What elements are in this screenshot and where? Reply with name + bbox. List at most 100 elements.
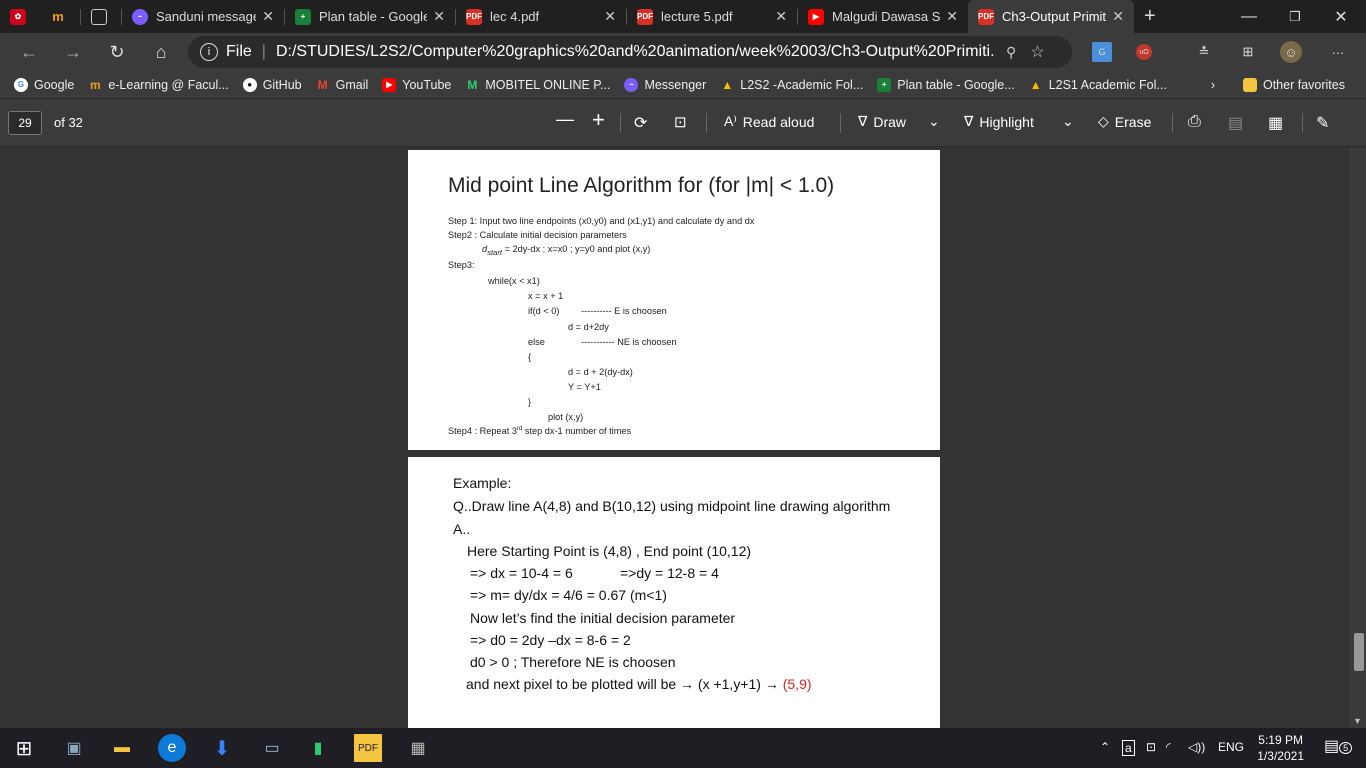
close-icon[interactable]: ✕ — [775, 8, 787, 25]
close-icon[interactable]: ✕ — [1112, 8, 1124, 25]
zoom-in-icon[interactable]: + — [592, 107, 605, 133]
tab-messenger[interactable]: ~ Sanduni messaged ✕ — [122, 0, 284, 33]
start-icon[interactable]: ⊞ — [10, 734, 38, 762]
code-brace-open: { — [528, 352, 532, 362]
close-icon[interactable]: ✕ — [433, 8, 445, 25]
tab-lec4[interactable]: PDF lec 4.pdf ✕ — [456, 0, 626, 33]
zoom-out-icon[interactable]: — — [556, 109, 574, 130]
profile-avatar[interactable]: ☺ — [1280, 41, 1302, 63]
volume-icon[interactable]: ◁)) — [1188, 740, 1205, 754]
wifi-icon[interactable]: ◜ — [1166, 740, 1171, 754]
other-favorites[interactable]: Other favorites — [1242, 77, 1345, 92]
new-tab-button[interactable]: + — [1134, 0, 1166, 33]
pdf-app-icon[interactable]: PDF — [354, 734, 382, 762]
rotate-icon[interactable]: ⟳ — [634, 113, 647, 133]
tab-ch3-active[interactable]: PDF Ch3-Output Primiti ✕ — [968, 0, 1134, 33]
tab-malgudi[interactable]: ▶ Malgudi Dawasa Si ✕ — [798, 0, 968, 33]
example-dx: => dx = 10-4 = 6 — [470, 565, 573, 581]
page-number-input[interactable]: 29 — [8, 111, 42, 135]
scrollbar-thumb[interactable] — [1354, 633, 1364, 671]
code-x-inc: x = x + 1 — [528, 291, 564, 301]
translate-icon[interactable]: G — [1092, 42, 1112, 62]
mlearn-icon: m — [52, 9, 64, 24]
info-icon[interactable]: i — [200, 43, 218, 61]
fit-page-icon[interactable]: ⊡ — [674, 113, 687, 131]
file-explorer-icon[interactable]: ▬ — [108, 734, 136, 762]
refresh-icon[interactable]: ↻ — [102, 37, 132, 67]
favorites-list-icon[interactable]: ≛ — [1194, 42, 1214, 62]
forward-icon[interactable]: → — [58, 37, 88, 67]
example-d0: => d0 = 2dy –dx = 8-6 = 2 — [470, 632, 631, 648]
step-2: Step2 : Calculate initial decision param… — [448, 230, 627, 240]
code-d-update-ne: d = d + 2(dy-dx) — [568, 367, 633, 377]
tab-newtab[interactable] — [81, 0, 121, 33]
pin-toolbar-icon[interactable]: ✎ — [1316, 113, 1329, 133]
address-bar[interactable]: i File | D:/STUDIES/L2S2/Computer%20grap… — [188, 36, 1072, 68]
close-icon[interactable]: ✕ — [262, 8, 274, 25]
zoom-icon[interactable]: ⚲ — [1006, 44, 1016, 61]
downloads-icon[interactable]: ⬇ — [208, 734, 236, 762]
minimize-icon[interactable]: — — [1226, 0, 1272, 33]
highlight-button[interactable]: ∇ Highlight — [964, 113, 1034, 130]
close-icon[interactable]: ✕ — [604, 8, 616, 25]
collections-icon[interactable]: ⊞ — [1238, 42, 1258, 62]
draw-button[interactable]: ∇ Draw — [858, 113, 906, 130]
network-icon[interactable]: ⊡ — [1146, 740, 1156, 754]
tab-huawei[interactable]: ✿ — [0, 0, 40, 33]
app-icon[interactable]: ▮ — [304, 734, 332, 762]
more-icon[interactable]: ··· — [1328, 42, 1348, 62]
tab-mlearn[interactable]: m — [40, 0, 80, 33]
star-icon[interactable]: ☆ — [1030, 42, 1044, 62]
edge-icon[interactable]: e — [158, 734, 186, 762]
home-icon[interactable]: ⌂ — [146, 37, 176, 67]
window-close-icon[interactable]: ✕ — [1318, 0, 1364, 33]
tray-overflow-icon[interactable]: ⌃ — [1100, 740, 1110, 754]
fav-l2s2[interactable]: ▲ L2S2 -Academic Fol... — [720, 78, 863, 92]
back-icon[interactable]: ← — [14, 37, 44, 67]
highlight-dropdown-icon[interactable]: ⌄ — [1062, 113, 1074, 130]
read-aloud-icon: A⁾ — [724, 113, 737, 129]
restore-icon[interactable]: ❐ — [1272, 0, 1318, 33]
print-icon[interactable]: ⎙ — [1188, 113, 1201, 131]
draw-dropdown-icon[interactable]: ⌄ — [928, 113, 940, 130]
favorites-overflow-icon[interactable]: › — [1211, 78, 1215, 92]
fav-youtube[interactable]: ▶ YouTube — [382, 77, 451, 92]
fav-elearning[interactable]: m e-Learning @ Facul... — [88, 78, 229, 92]
url-text: D:/STUDIES/L2S2/Computer%20graphics%20an… — [275, 43, 996, 60]
save-icon[interactable]: ▤ — [1228, 113, 1243, 133]
code-y-inc: Y = Y+1 — [568, 382, 601, 392]
fav-github[interactable]: ● GitHub — [242, 77, 302, 92]
erase-button[interactable]: ◇ Erase — [1098, 113, 1151, 130]
notifications-icon[interactable]: ▤ 5 — [1324, 736, 1353, 756]
scroll-down-icon[interactable]: ▼ — [1353, 716, 1362, 726]
language-indicator[interactable]: ENG — [1218, 740, 1244, 754]
photos-icon[interactable]: ▭ — [258, 734, 286, 762]
example-dy: =>dy = 12-8 = 4 — [620, 565, 719, 581]
clock[interactable]: 5:19 PM 1/3/2021 — [1257, 732, 1304, 764]
fav-gmail[interactable]: M Gmail — [316, 78, 369, 92]
example-points: Here Starting Point is (4,8) , End point… — [467, 543, 752, 559]
task-view-icon[interactable]: ▣ — [60, 734, 88, 762]
youtube-icon: ▶ — [382, 77, 397, 92]
fav-messenger[interactable]: ~ Messenger — [624, 77, 706, 92]
calculator-icon[interactable]: ▦ — [404, 734, 432, 762]
read-aloud-button[interactable]: A⁾ Read aloud — [724, 113, 814, 130]
fav-plan-table[interactable]: + Plan table - Google... — [877, 77, 1015, 92]
example-ne-chosen: d0 > 0 ; Therefore NE is choosen — [470, 654, 676, 670]
youtube-icon: ▶ — [808, 8, 824, 25]
tab-plan-table[interactable]: + Plan table - Google ✕ — [285, 0, 455, 33]
fav-l2s1[interactable]: ▲ L2S1 Academic Fol... — [1029, 78, 1167, 92]
input-method-icon[interactable]: a — [1122, 740, 1135, 756]
save-as-icon[interactable]: ▦ — [1268, 113, 1283, 133]
notification-count: 5 — [1339, 742, 1353, 754]
code-else: else — [528, 337, 545, 347]
close-icon[interactable]: ✕ — [946, 8, 958, 25]
fav-mobitel[interactable]: M MOBITEL ONLINE P... — [465, 78, 610, 92]
vertical-scrollbar[interactable]: ▼ — [1350, 148, 1366, 728]
code-plot: plot (x,y) — [548, 412, 584, 422]
ublock-icon[interactable]: uO — [1136, 44, 1152, 60]
tab-lecture5[interactable]: PDF lecture 5.pdf ✕ — [627, 0, 797, 33]
fav-google[interactable]: G Google — [14, 77, 74, 92]
example-decision-intro: Now let’s find the initial decision para… — [470, 610, 736, 626]
sheets-icon: + — [877, 77, 892, 92]
